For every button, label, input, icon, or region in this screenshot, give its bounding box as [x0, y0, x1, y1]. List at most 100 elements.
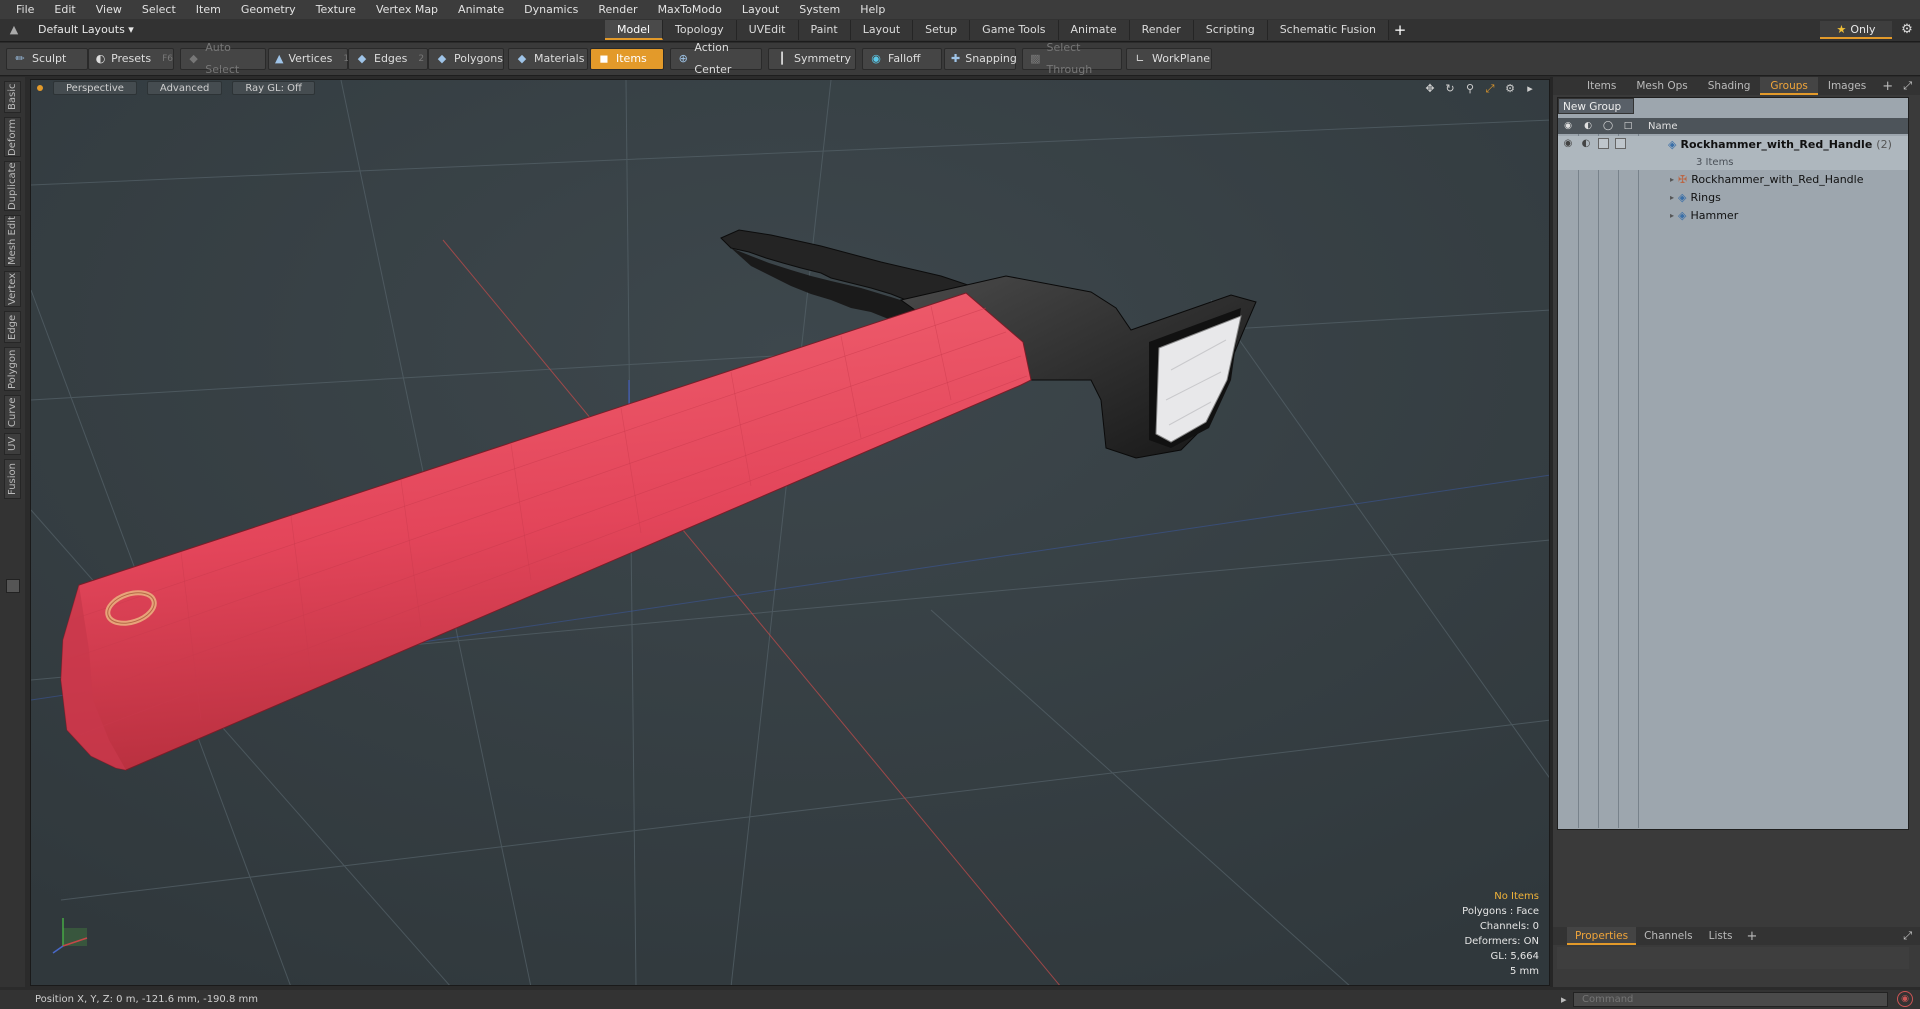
rotate-icon[interactable]: ↻ — [1443, 82, 1457, 96]
properties-expand-icon[interactable]: ⤢ — [1903, 929, 1912, 943]
list-item[interactable]: ▸ ◈ Hammer — [1558, 206, 1908, 224]
hud-gl: GL: 5,664 — [1490, 951, 1540, 962]
tab-layout[interactable]: Layout — [850, 20, 914, 40]
materials-button[interactable]: ◆ Materials — [508, 48, 588, 70]
group-count: (2) — [1876, 138, 1892, 151]
lock-col-icon[interactable]: ◯ — [1598, 121, 1618, 131]
tab-lists[interactable]: Lists — [1701, 927, 1741, 945]
edges-button[interactable]: ◆ Edges 2 — [348, 48, 428, 70]
left-tab-fusion[interactable]: Fusion — [4, 459, 21, 499]
menu-edit[interactable]: Edit — [44, 0, 85, 19]
tab-channels[interactable]: Channels — [1636, 927, 1701, 945]
render-col-icon[interactable]: ◐ — [1578, 121, 1598, 131]
expand-icon[interactable]: ⤢ — [1903, 79, 1912, 93]
left-tab-edge[interactable]: Edge — [4, 311, 21, 343]
visibility-col-icon[interactable]: ◉ — [1558, 121, 1578, 131]
menu-maxtomodo[interactable]: MaxToModo — [648, 0, 732, 19]
groups-column-header: ◉ ◐ ◯ □ Name — [1558, 118, 1908, 134]
select-through-label: Select Through — [1046, 41, 1093, 76]
left-tab-mesh-edit[interactable]: Mesh Edit — [4, 215, 21, 267]
tab-render[interactable]: Render — [1129, 20, 1194, 40]
view-mode-button[interactable]: Perspective — [53, 81, 137, 95]
only-button[interactable]: ★ Only — [1820, 21, 1892, 39]
menu-texture[interactable]: Texture — [306, 0, 366, 19]
tab-properties[interactable]: Properties — [1567, 927, 1637, 945]
tab-groups[interactable]: Groups — [1760, 77, 1818, 95]
menu-item[interactable]: Item — [186, 0, 231, 19]
name-column-header[interactable]: Name — [1648, 121, 1678, 132]
left-tab-polygon[interactable]: Polygon — [4, 347, 21, 391]
menu-file[interactable]: File — [6, 0, 44, 19]
items-button[interactable]: ◼ Items — [590, 48, 664, 70]
menu-render[interactable]: Render — [588, 0, 647, 19]
falloff-button[interactable]: ◉ Falloff — [862, 48, 942, 70]
left-tab-deform[interactable]: Deform — [4, 117, 21, 157]
left-tab-basic[interactable]: Basic — [4, 81, 21, 113]
tab-shading[interactable]: Shading — [1698, 77, 1761, 95]
presets-button[interactable]: ◐ Presets F6 — [88, 48, 174, 70]
tab-images[interactable]: Images — [1818, 77, 1876, 95]
raygl-button[interactable]: Ray GL: Off — [232, 81, 315, 95]
visibility-toggle-icon[interactable]: ◉ — [1562, 138, 1574, 149]
menu-system[interactable]: System — [789, 0, 850, 19]
tab-scripting[interactable]: Scripting — [1193, 20, 1268, 40]
menu-view[interactable]: View — [86, 0, 132, 19]
auto-select-button[interactable]: ◆ Auto Select — [180, 41, 266, 76]
layout-dropdown[interactable]: Default Layouts ▾ — [32, 21, 140, 39]
gear-icon[interactable]: ⚙ — [1898, 21, 1916, 39]
layout-switch-icon[interactable]: ▲ — [6, 22, 22, 38]
menu-vertex-map[interactable]: Vertex Map — [366, 0, 448, 19]
viewport-status-dot — [37, 85, 43, 91]
shading-mode-button[interactable]: Advanced — [146, 81, 223, 95]
lock-checkbox[interactable] — [1598, 138, 1609, 149]
3d-viewport[interactable]: Perspective Advanced Ray GL: Off ✥ ↻ ⚲ ⤢… — [30, 79, 1550, 986]
symmetry-button[interactable]: ┃ Symmetry — [768, 48, 856, 70]
menu-layout[interactable]: Layout — [732, 0, 789, 19]
tab-setup[interactable]: Setup — [913, 20, 971, 40]
left-tab-uv[interactable]: UV — [4, 433, 21, 455]
left-tab-vertex[interactable]: Vertex — [4, 271, 21, 307]
render-toggle-icon[interactable]: ◐ — [1580, 138, 1592, 149]
left-tab-duplicate[interactable]: Duplicate — [4, 161, 21, 211]
right-panel: Items Mesh Ops Shading Groups Images + ⤢… — [1553, 77, 1920, 987]
tab-game-tools[interactable]: Game Tools — [970, 20, 1059, 40]
snapping-button[interactable]: ✚ Snapping — [944, 48, 1017, 70]
vertices-button[interactable]: ▲ Vertices 1 — [268, 48, 349, 70]
add-properties-tab-button[interactable]: + — [1740, 929, 1763, 944]
menu-geometry[interactable]: Geometry — [231, 0, 306, 19]
select-through-button[interactable]: ▩ Select Through — [1022, 41, 1122, 76]
sculpt-button[interactable]: ✏ Sculpt — [6, 48, 88, 70]
viewport-arrow-icon[interactable]: ▸ — [1523, 82, 1537, 96]
workplane-button[interactable]: ∟ WorkPlane — [1126, 48, 1212, 70]
add-panel-tab-button[interactable]: + — [1876, 79, 1899, 94]
command-input[interactable] — [1573, 992, 1888, 1007]
tab-model[interactable]: Model — [605, 20, 664, 40]
viewport-gear-icon[interactable]: ⚙ — [1503, 82, 1517, 96]
new-group-button[interactable]: New Group — [1558, 98, 1634, 114]
expand-arrow-icon[interactable]: ▸ — [1670, 193, 1674, 202]
strip-toggle-icon[interactable] — [6, 579, 20, 593]
list-item[interactable]: ▸ ◈ Rings — [1558, 188, 1908, 206]
pan-icon[interactable]: ✥ — [1423, 82, 1437, 96]
command-run-icon[interactable]: ◉ — [1897, 991, 1913, 1007]
menu-animate[interactable]: Animate — [448, 0, 514, 19]
menu-select[interactable]: Select — [132, 0, 186, 19]
zoom-icon[interactable]: ⚲ — [1463, 82, 1477, 96]
column-divider — [1638, 134, 1639, 828]
menu-help[interactable]: Help — [850, 0, 895, 19]
list-item[interactable]: ▸ ✠ Rockhammer_with_Red_Handle — [1558, 170, 1908, 188]
fit-icon[interactable]: ⤢ — [1483, 82, 1497, 96]
action-center-button[interactable]: ⊕ Action Center — [670, 41, 762, 76]
select-checkbox[interactable] — [1615, 138, 1626, 149]
left-tab-curve[interactable]: Curve — [4, 395, 21, 429]
add-tab-button[interactable]: + — [1389, 20, 1411, 40]
expand-arrow-icon[interactable]: ▸ — [1670, 211, 1674, 220]
tab-schematic-fusion[interactable]: Schematic Fusion — [1267, 20, 1390, 40]
expand-arrow-icon[interactable]: ▸ — [1670, 175, 1674, 184]
polygons-button[interactable]: ◆ Polygons — [428, 48, 504, 70]
menu-dynamics[interactable]: Dynamics — [514, 0, 588, 19]
tab-paint[interactable]: Paint — [798, 20, 851, 40]
select-col-icon[interactable]: □ — [1618, 121, 1638, 131]
tab-mesh-ops[interactable]: Mesh Ops — [1626, 77, 1697, 95]
tab-items[interactable]: Items — [1577, 77, 1626, 95]
